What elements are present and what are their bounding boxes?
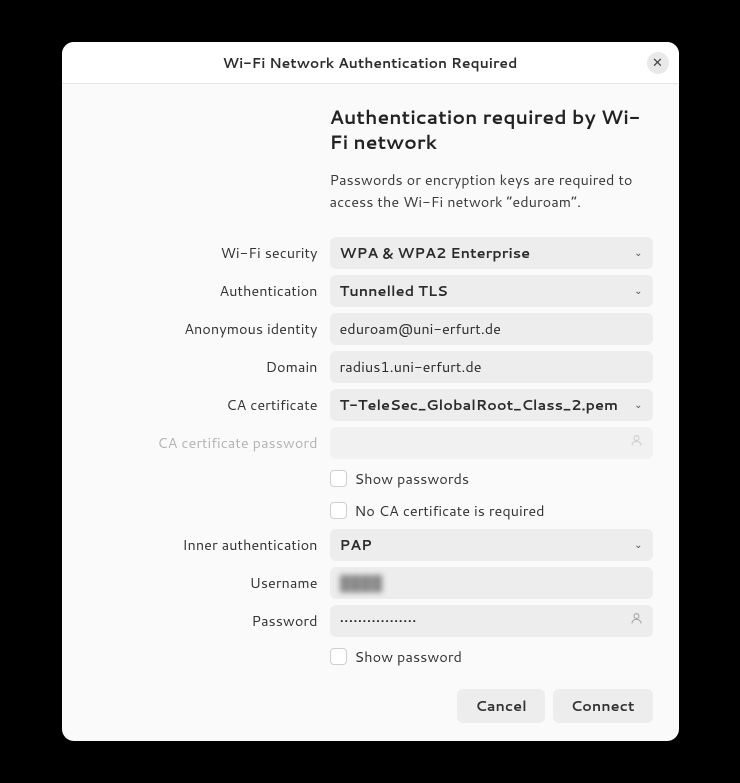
chevron-down-icon: ⌄ [634,538,642,552]
anon-identity-input[interactable]: eduroam@uni-erfurt.de [330,313,653,345]
no-ca-cert-label: No CA certificate is required [355,500,545,521]
close-icon: ✕ [652,54,663,72]
domain-label: Domain [88,356,330,377]
header-block: Authentication required by Wi-Fi network… [330,106,653,213]
username-label: Username [88,572,330,593]
connect-button[interactable]: Connect [553,689,653,723]
wifi-security-value: WPA & WPA2 Enterprise [340,242,531,263]
close-button[interactable]: ✕ [647,52,669,74]
ca-cert-label: CA certificate [88,394,330,415]
dialog-subtext: Passwords or encryption keys are require… [330,169,653,213]
domain-input[interactable]: radius1.uni-erfurt.de [330,351,653,383]
wifi-security-label: Wi-Fi security [88,242,330,263]
authentication-label: Authentication [88,280,330,301]
username-input[interactable]: ████ [330,567,653,599]
wifi-security-select[interactable]: WPA & WPA2 Enterprise ⌄ [330,237,653,269]
ca-cert-pw-input [330,427,653,459]
inner-auth-label: Inner authentication [88,534,330,555]
password-label: Password [88,610,330,631]
ca-cert-select[interactable]: T-TeleSec_GlobalRoot_Class_2.pem ⌄ [330,389,653,421]
chevron-down-icon: ⌄ [634,398,642,412]
show-passwords-checkbox[interactable] [330,470,347,487]
anon-identity-value: eduroam@uni-erfurt.de [340,318,643,339]
cancel-button[interactable]: Cancel [457,689,544,723]
ca-cert-pw-label: CA certificate password [88,432,330,453]
password-input[interactable]: ••••••••••••••••• [330,605,653,637]
user-icon [630,434,643,452]
anon-identity-label: Anonymous identity [88,318,330,339]
titlebar: Wi-Fi Network Authentication Required ✕ [62,42,679,84]
inner-auth-value: PAP [340,534,372,555]
show-password-checkbox[interactable] [330,648,347,665]
user-icon [630,612,643,630]
window-title: Wi-Fi Network Authentication Required [223,53,518,73]
dialog-content: Authentication required by Wi-Fi network… [62,84,679,741]
inner-auth-select[interactable]: PAP ⌄ [330,529,653,561]
authentication-select[interactable]: Tunnelled TLS ⌄ [330,275,653,307]
username-value: ████ [340,572,643,593]
chevron-down-icon: ⌄ [634,246,642,260]
dialog-heading: Authentication required by Wi-Fi network [330,106,653,155]
auth-dialog: Wi-Fi Network Authentication Required ✕ … [62,42,679,741]
domain-value: radius1.uni-erfurt.de [340,356,643,377]
authentication-value: Tunnelled TLS [340,280,448,301]
button-bar: Cancel Connect [88,675,653,723]
ca-cert-value: T-TeleSec_GlobalRoot_Class_2.pem [340,394,619,415]
show-password-label: Show password [355,646,462,667]
show-passwords-label: Show passwords [355,468,470,489]
chevron-down-icon: ⌄ [634,284,642,298]
no-ca-cert-checkbox[interactable] [330,502,347,519]
password-value: ••••••••••••••••• [340,610,630,631]
